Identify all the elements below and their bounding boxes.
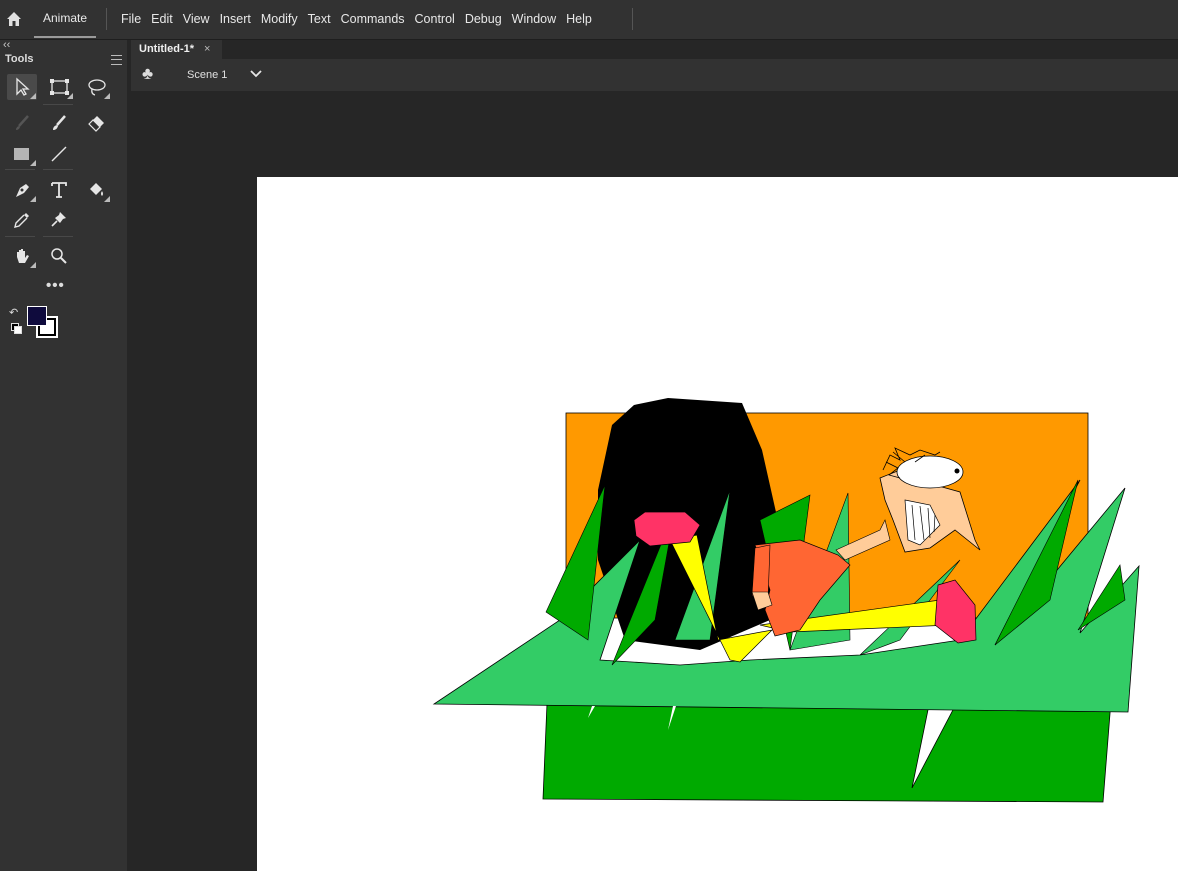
free-transform-tool[interactable] <box>44 74 74 100</box>
divider <box>106 8 107 30</box>
submenu-indicator <box>67 93 73 99</box>
eye <box>896 455 964 489</box>
submenu-indicator <box>104 196 110 202</box>
submenu-indicator <box>30 93 36 99</box>
pin-tool[interactable] <box>44 207 74 233</box>
menu-bar: Animate File Edit View Insert Modify Tex… <box>0 0 1178 40</box>
menu-help[interactable]: Help <box>561 0 597 38</box>
selection-arrow-icon <box>16 77 30 96</box>
eraser-icon <box>88 116 104 132</box>
pen-tool[interactable] <box>7 177 37 203</box>
divider <box>632 8 633 30</box>
line-icon <box>51 146 67 162</box>
eyedropper-tool[interactable] <box>7 207 37 233</box>
brush-icon <box>53 115 66 130</box>
hand-tool[interactable] <box>7 243 37 269</box>
eraser-tool[interactable] <box>81 110 111 136</box>
text-icon <box>51 182 67 198</box>
lasso-tool[interactable] <box>81 74 111 100</box>
menu-file[interactable]: File <box>116 0 146 38</box>
menu-window[interactable]: Window <box>507 0 561 38</box>
menu-debug[interactable]: Debug <box>460 0 507 38</box>
submenu-indicator <box>104 93 110 99</box>
paint-brush-icon <box>16 115 29 130</box>
menu-control[interactable]: Control <box>410 0 460 38</box>
paint-bucket-icon <box>90 183 103 196</box>
submenu-indicator <box>30 160 36 166</box>
tools-panel-title: Tools <box>5 53 34 65</box>
menu-commands[interactable]: Commands <box>336 0 410 38</box>
submenu-indicator <box>30 196 36 202</box>
pin-icon <box>51 212 66 227</box>
close-document-icon[interactable]: × <box>204 43 210 55</box>
panel-menu-icon[interactable] <box>111 55 122 65</box>
zoom-icon <box>51 248 67 264</box>
document-tab-bar <box>131 40 1178 59</box>
stage-artwork <box>432 398 1140 803</box>
zoom-tool[interactable] <box>44 243 74 269</box>
tools-panel: ‹‹ Tools ••• ↶ <box>0 39 127 871</box>
divider <box>5 236 35 237</box>
paint-bucket-tool[interactable] <box>81 177 111 203</box>
scene-name: Scene 1 <box>187 69 228 81</box>
edit-bar: ♣ Scene 1 <box>131 59 1178 91</box>
pupil <box>954 468 960 474</box>
pink-shoe <box>633 511 701 547</box>
home-icon[interactable] <box>5 10 23 28</box>
swap-colors-icon[interactable]: ↶ <box>9 306 18 319</box>
scene-icon: ♣ <box>142 64 154 83</box>
menu-modify[interactable]: Modify <box>256 0 303 38</box>
menu-insert[interactable]: Insert <box>215 0 256 38</box>
rectangle-icon <box>14 148 29 160</box>
pen-icon <box>16 184 29 197</box>
menu-view[interactable]: View <box>178 0 215 38</box>
document-tab[interactable]: Untitled-1* × <box>131 40 222 59</box>
line-tool[interactable] <box>44 141 74 167</box>
fill-color-swatch[interactable] <box>27 306 47 326</box>
chevron-down-icon[interactable] <box>249 67 263 81</box>
more-tools-button[interactable]: ••• <box>46 277 65 294</box>
submenu-indicator <box>30 262 36 268</box>
hand-icon <box>17 249 29 263</box>
collapse-panel-button[interactable]: ‹‹ <box>3 39 10 51</box>
default-colors-icon-back <box>14 326 22 334</box>
selection-tool[interactable] <box>7 74 37 100</box>
stage-canvas[interactable] <box>257 177 1178 871</box>
text-tool[interactable] <box>44 177 74 203</box>
menu-edit[interactable]: Edit <box>146 0 178 38</box>
brush-tool[interactable] <box>44 110 74 136</box>
paint-brush-tool[interactable] <box>7 110 37 136</box>
divider <box>43 104 73 105</box>
main-menu: File Edit View Insert Modify Text Comman… <box>116 0 597 38</box>
divider <box>43 169 73 170</box>
divider <box>43 236 73 237</box>
menu-text[interactable]: Text <box>303 0 336 38</box>
divider <box>5 169 35 170</box>
document-tab-title: Untitled-1* <box>139 43 194 55</box>
workspace-tab-animate[interactable]: Animate <box>34 0 96 38</box>
rectangle-tool[interactable] <box>7 141 37 167</box>
eyedropper-icon <box>14 213 29 228</box>
